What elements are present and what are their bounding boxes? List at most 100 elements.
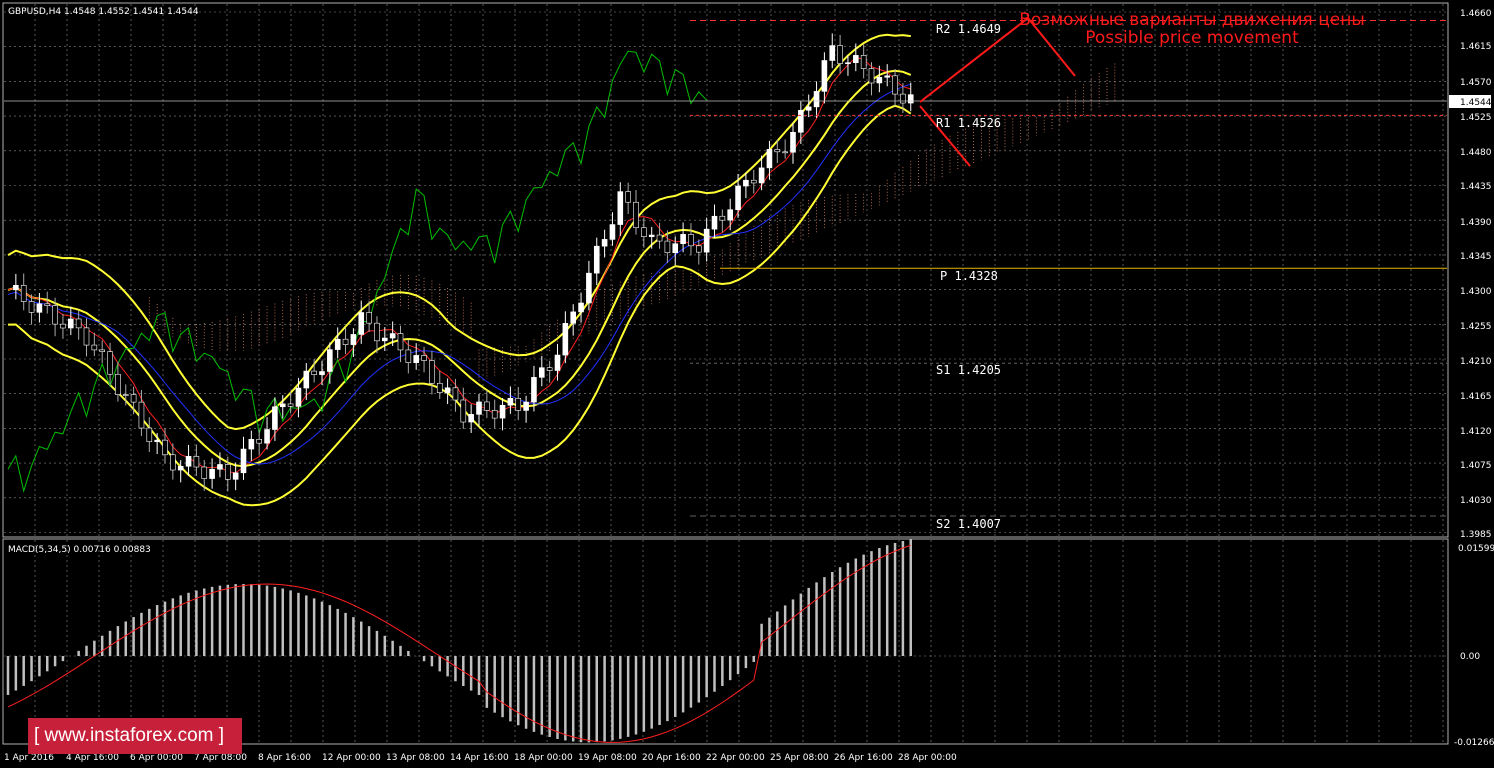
pivot-s2-label: S2 1.4007 (936, 517, 1001, 531)
candle-body (852, 55, 859, 64)
candle-body (892, 75, 898, 95)
forecast-arrows (919, 16, 1076, 167)
candle-body (774, 149, 781, 153)
candle-body (468, 414, 474, 423)
time-tick: 12 Apr 00:00 (322, 753, 381, 763)
candle-body (538, 367, 545, 378)
candle-body (484, 401, 490, 411)
pivot-r2-label: R2 1.4649 (936, 22, 1001, 36)
chikou-line (7, 50, 707, 493)
macd-tick: 0.00 (1460, 652, 1480, 662)
candle-body (782, 151, 788, 154)
candle-body (884, 75, 891, 78)
candle-body (130, 394, 137, 403)
candle-body (83, 327, 90, 346)
candle-body (374, 322, 380, 342)
candle-body (546, 367, 553, 371)
candle-body (68, 318, 74, 329)
candle-body (91, 344, 98, 351)
candle-body (436, 382, 443, 393)
time-tick: 20 Apr 16:00 (642, 753, 701, 763)
candle-body (523, 401, 529, 411)
price-tick: 1.4570 (1460, 78, 1492, 88)
candle-body (907, 94, 914, 104)
candle-body (900, 93, 906, 104)
candle-body (272, 406, 278, 430)
candle-body (421, 355, 427, 361)
candle-body (287, 403, 294, 407)
candle-body (99, 349, 105, 352)
candle-body (586, 272, 592, 304)
watermark-link[interactable]: [ www.instaforex.com ] (28, 718, 242, 754)
candle-body (876, 76, 883, 84)
price-tick: 1.4660 (1460, 9, 1492, 19)
candle-body (122, 394, 129, 396)
candle-body (750, 179, 757, 184)
candle-body (350, 334, 357, 345)
candle-body (711, 215, 718, 230)
bollinger-lower (7, 104, 912, 507)
candle-body (813, 91, 820, 108)
candle-body (256, 439, 263, 444)
candle-body (821, 60, 828, 92)
candle-body (766, 149, 773, 169)
macd-header: MACD(5,34,5) 0.00716 0.00883 (8, 545, 151, 555)
candle-body (264, 429, 270, 444)
candle-body (319, 371, 325, 375)
time-tick: 1 Apr 2016 (4, 753, 54, 763)
price-tick: 1.4345 (1460, 252, 1492, 262)
price-tick: 1.4435 (1460, 182, 1492, 192)
candle-body (13, 285, 19, 291)
candle-body (303, 370, 310, 389)
time-tick: 25 Apr 08:00 (770, 753, 829, 763)
macd-indicator (6, 539, 912, 743)
candle-body (342, 338, 349, 345)
candle-body (868, 68, 875, 84)
time-tick: 22 Apr 00:00 (706, 753, 765, 763)
price-tick: 1.4165 (1460, 392, 1492, 402)
price-tick: 1.4075 (1460, 461, 1492, 471)
candle-body (860, 55, 867, 69)
candle-body (491, 410, 498, 419)
candle-body (664, 240, 671, 254)
candle-body (515, 397, 522, 411)
candle-body (154, 439, 160, 443)
time-axis: 1 Apr 2016 4 Apr 16:00 6 Apr 00:00 7 Apr… (4, 753, 957, 763)
candle-body (217, 464, 223, 470)
time-tick: 13 Apr 08:00 (386, 753, 445, 763)
candle-body (185, 456, 192, 467)
candle-body (397, 333, 404, 351)
time-tick: 26 Apr 16:00 (834, 753, 893, 763)
macd-signal-line (7, 544, 911, 743)
pivot-p-label: P 1.4328 (940, 269, 998, 283)
candle-body (562, 323, 569, 356)
candle-body (625, 191, 631, 203)
candle-body (829, 45, 836, 61)
candle-body (225, 464, 231, 480)
candle-body (672, 243, 679, 254)
time-tick: 6 Apr 00:00 (130, 753, 183, 763)
candle-body (138, 401, 145, 429)
candle-body (52, 305, 58, 325)
candle-body (743, 179, 749, 187)
candle-body (20, 285, 27, 302)
candle-body (429, 360, 435, 384)
candle-body (633, 201, 639, 229)
candle-body (648, 234, 655, 237)
candle-body (452, 387, 459, 401)
price-tick: 1.3985 (1460, 530, 1492, 540)
candle-body (531, 377, 537, 403)
candle-body (444, 387, 451, 393)
candle-body (358, 312, 365, 335)
candle-body (107, 351, 113, 375)
candle-body (327, 349, 333, 372)
price-tick: 1.4300 (1460, 287, 1492, 297)
candle-body (837, 45, 843, 64)
symbol-header: GBPUSD,H4 1.4548 1.4552 1.4541 1.4544 (8, 7, 199, 17)
chart-canvas[interactable]: GBPUSD,H4 1.4548 1.4552 1.4541 1.4544 MA… (0, 0, 1494, 768)
time-tick: 8 Apr 16:00 (258, 753, 311, 763)
candle-body (688, 234, 694, 247)
time-tick: 14 Apr 16:00 (450, 753, 509, 763)
candle-body (499, 404, 506, 419)
annotation-en: Possible price movement (1085, 28, 1299, 48)
